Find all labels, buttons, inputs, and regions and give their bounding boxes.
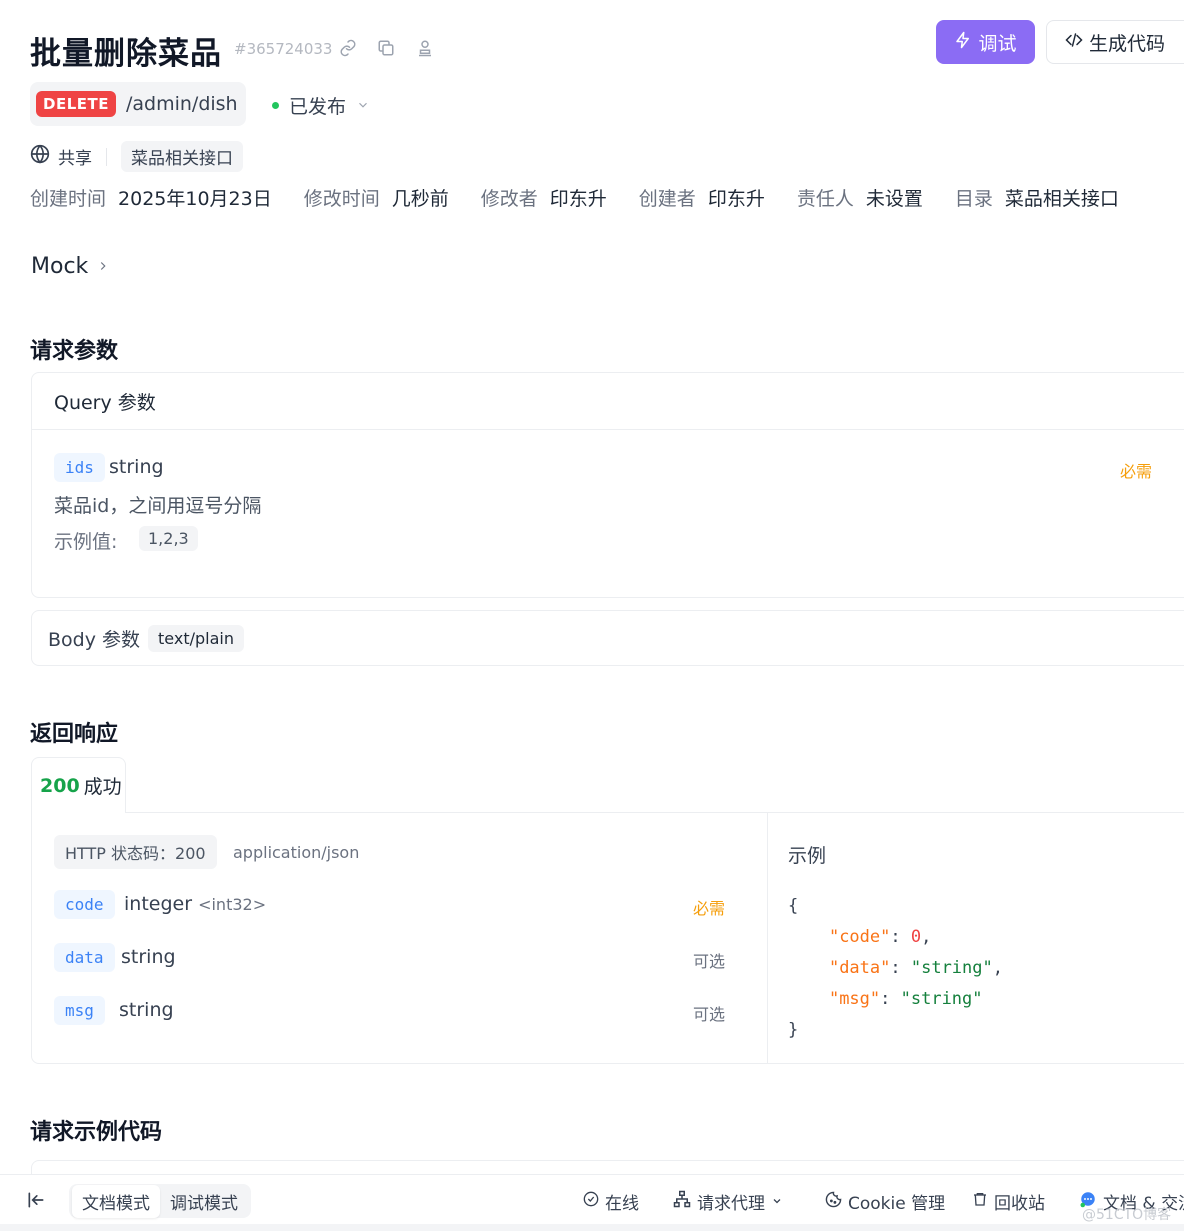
request-section-title: 请求参数: [30, 339, 119, 364]
chevron-right-icon: [96, 254, 110, 279]
globe-icon: [30, 144, 50, 169]
generate-code-label: 生成代码: [1089, 32, 1166, 55]
online-status[interactable]: 在线: [583, 1189, 639, 1214]
dir-value[interactable]: 菜品相关接口: [1005, 184, 1119, 211]
divider: [106, 147, 107, 166]
creator-label: 创建者: [638, 188, 696, 210]
trash-label: 回收站: [994, 1194, 1045, 1214]
mock-toggle[interactable]: Mock: [31, 254, 110, 279]
share-label[interactable]: 共享: [58, 144, 92, 169]
tab-response-200[interactable]: 200 成功: [31, 757, 126, 813]
response-field-type: string: [121, 946, 176, 968]
cookie-label: Cookie 管理: [848, 1194, 946, 1214]
bottom-strip: [0, 1224, 1184, 1231]
param-required: 必需: [1120, 462, 1153, 481]
http-status-badge: HTTP 状态码：200: [54, 835, 217, 869]
response-code: 200: [40, 774, 80, 797]
created-value: 2025年10月23日: [118, 188, 272, 210]
lightning-icon: [954, 31, 972, 54]
collapse-sidebar-icon[interactable]: [26, 1190, 46, 1215]
chevron-down-icon: [771, 1192, 783, 1212]
response-field-name[interactable]: msg: [54, 996, 105, 1025]
created-label: 创建时间: [30, 188, 107, 210]
response-field-type: integer <int32>: [124, 893, 267, 915]
chevron-down-icon: [356, 95, 370, 117]
stamp-icon[interactable]: [415, 38, 435, 58]
modified-label: 修改时间: [303, 188, 380, 210]
endpoint-path: /admin/dish: [125, 93, 238, 115]
modifier-value: 印东升: [549, 188, 607, 210]
code-section-title: 请求示例代码: [30, 1120, 163, 1145]
status-label: 已发布: [289, 96, 347, 118]
meta-row: 创建时间 2025年10月23日 修改时间 几秒前 修改者 印东升 创建者 印东…: [30, 184, 1151, 211]
debug-button[interactable]: 调试: [936, 20, 1035, 64]
share-row: 共享 菜品相关接口: [30, 141, 243, 172]
response-tab-label: 成功: [83, 776, 122, 798]
response-field-name[interactable]: code: [54, 890, 115, 919]
tab-debug-mode[interactable]: 调试模式: [160, 1185, 248, 1218]
code-icon: [1065, 31, 1083, 54]
mock-label: Mock: [31, 254, 89, 279]
trash-button[interactable]: 回收站: [972, 1189, 1045, 1214]
folder-tag[interactable]: 菜品相关接口: [121, 141, 243, 172]
bottom-bar: 文档模式 调试模式 在线 请求代理 Cookie 管理 回收站 文档 & 交流: [0, 1174, 1184, 1224]
response-field-type: string: [119, 999, 174, 1021]
cookie-icon: [825, 1191, 842, 1213]
divider: [767, 813, 768, 1063]
body-params-card[interactable]: Body 参数 text/plain: [31, 610, 1184, 666]
watermark: @51CTO博客: [1082, 1207, 1172, 1223]
body-content-type: text/plain: [148, 624, 244, 652]
response-content-type: application/json: [233, 843, 360, 862]
copy-icon[interactable]: [376, 38, 396, 58]
param-name[interactable]: ids: [54, 453, 105, 482]
online-label: 在线: [605, 1194, 639, 1214]
response-field-flag: 可选: [693, 952, 726, 971]
mode-switcher: 文档模式 调试模式: [69, 1184, 251, 1218]
code-card: [31, 1160, 1184, 1174]
page-title: 批量删除菜品: [30, 36, 222, 72]
query-params-card: Query 参数 ids string 必需 菜品id，之间用逗号分隔 示例值:…: [31, 372, 1184, 598]
dir-label: 目录: [954, 188, 993, 210]
method-badge: DELETE: [36, 91, 116, 117]
body-params-title: Body 参数: [48, 628, 141, 651]
owner-label: 责任人: [796, 188, 854, 210]
param-type: string: [109, 456, 164, 478]
trash-icon: [972, 1191, 988, 1212]
check-circle-icon: [583, 1191, 599, 1212]
status-dot: [272, 102, 279, 109]
response-field-flag: 必需: [693, 899, 726, 918]
generate-code-button[interactable]: 生成代码: [1046, 20, 1184, 64]
query-params-title: Query 参数: [32, 373, 1184, 430]
response-field-name[interactable]: data: [54, 943, 115, 972]
example-title: 示例: [788, 845, 827, 867]
response-section-title: 返回响应: [30, 722, 119, 747]
modified-value: 几秒前: [391, 188, 449, 210]
tab-doc-mode[interactable]: 文档模式: [72, 1184, 160, 1218]
endpoint-bar[interactable]: DELETE /admin/dish: [30, 82, 246, 126]
proxy-dropdown[interactable]: 请求代理: [673, 1189, 783, 1214]
param-example-value[interactable]: 1,2,3: [139, 526, 198, 551]
debug-button-label: 调试: [978, 32, 1017, 55]
param-example-label: 示例值:: [54, 531, 118, 553]
response-card: HTTP 状态码：200 application/json code integ…: [31, 812, 1184, 1064]
creator-value: 印东升: [707, 188, 765, 210]
proxy-label: 请求代理: [697, 1194, 765, 1214]
link-icon[interactable]: [338, 38, 358, 58]
owner-value[interactable]: 未设置: [866, 184, 923, 211]
param-description: 菜品id，之间用逗号分隔: [54, 495, 262, 517]
api-id: #365724033: [234, 40, 333, 58]
modifier-label: 修改者: [480, 188, 538, 210]
example-json[interactable]: { "code": 0, "data": "string", "msg": "s…: [788, 891, 1003, 1046]
status-dropdown[interactable]: 已发布: [272, 92, 370, 119]
response-field-flag: 可选: [693, 1005, 726, 1024]
cookie-manager[interactable]: Cookie 管理: [825, 1189, 945, 1214]
network-icon: [673, 1190, 691, 1213]
